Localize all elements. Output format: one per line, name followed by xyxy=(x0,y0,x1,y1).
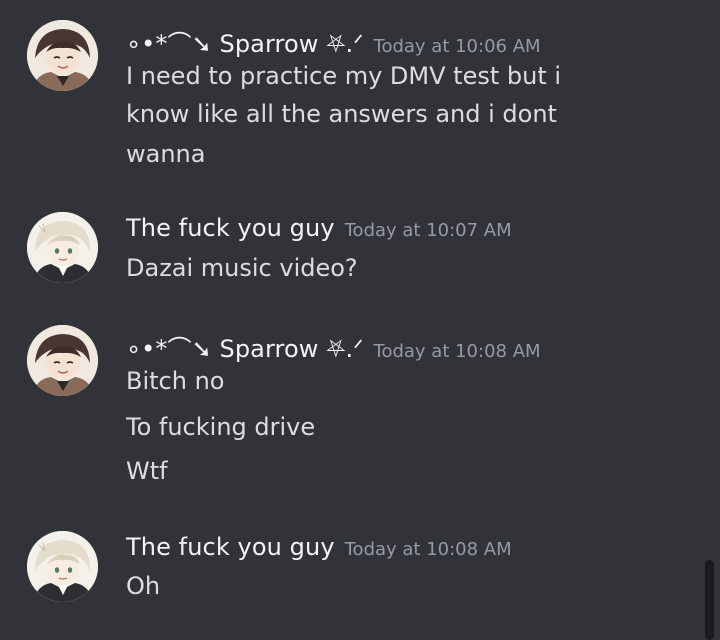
avatar[interactable] xyxy=(27,212,98,283)
timestamp: Today at 10:07 AM xyxy=(344,220,512,241)
timestamp: Today at 10:08 AM xyxy=(344,539,512,560)
username[interactable]: The fuck you guy xyxy=(126,214,335,242)
message-header: ∘•*⌒➘ Sparrow ⛧.ᐟ Today at 10:06 AM xyxy=(126,24,541,59)
username[interactable]: ∘•*⌒➘ Sparrow ⛧.ᐟ xyxy=(126,335,364,363)
scrollbar-thumb[interactable] xyxy=(705,560,714,640)
message-text: wanna xyxy=(126,140,206,168)
message-header: The fuck you guy Today at 10:08 AM xyxy=(126,533,512,561)
message-text: Oh xyxy=(126,572,161,600)
message-header: ∘•*⌒➘ Sparrow ⛧.ᐟ Today at 10:08 AM xyxy=(126,329,541,364)
message-text: know like all the answers and i dont xyxy=(126,100,557,128)
anime-avatar-brown-hair-icon xyxy=(27,325,98,396)
anime-avatar-light-hair-icon xyxy=(27,531,98,602)
anime-avatar-light-hair-icon xyxy=(27,212,98,283)
timestamp: Today at 10:06 AM xyxy=(373,36,541,57)
avatar[interactable] xyxy=(27,531,98,602)
avatar[interactable] xyxy=(27,20,98,91)
chat-message-list: ∘•*⌒➘ Sparrow ⛧.ᐟ Today at 10:06 AM I nee… xyxy=(0,0,720,640)
message-header: The fuck you guy Today at 10:07 AM xyxy=(126,214,512,242)
message-text: I need to practice my DMV test but i xyxy=(126,62,562,90)
timestamp: Today at 10:08 AM xyxy=(373,341,541,362)
username[interactable]: The fuck you guy xyxy=(126,533,335,561)
message-text: Bitch no xyxy=(126,367,225,395)
message-text: To fucking drive xyxy=(126,413,316,441)
username[interactable]: ∘•*⌒➘ Sparrow ⛧.ᐟ xyxy=(126,30,364,58)
message-text: Wtf xyxy=(126,457,168,485)
avatar[interactable] xyxy=(27,325,98,396)
message-text: Dazai music video? xyxy=(126,254,358,282)
anime-avatar-brown-hair-icon xyxy=(27,20,98,91)
